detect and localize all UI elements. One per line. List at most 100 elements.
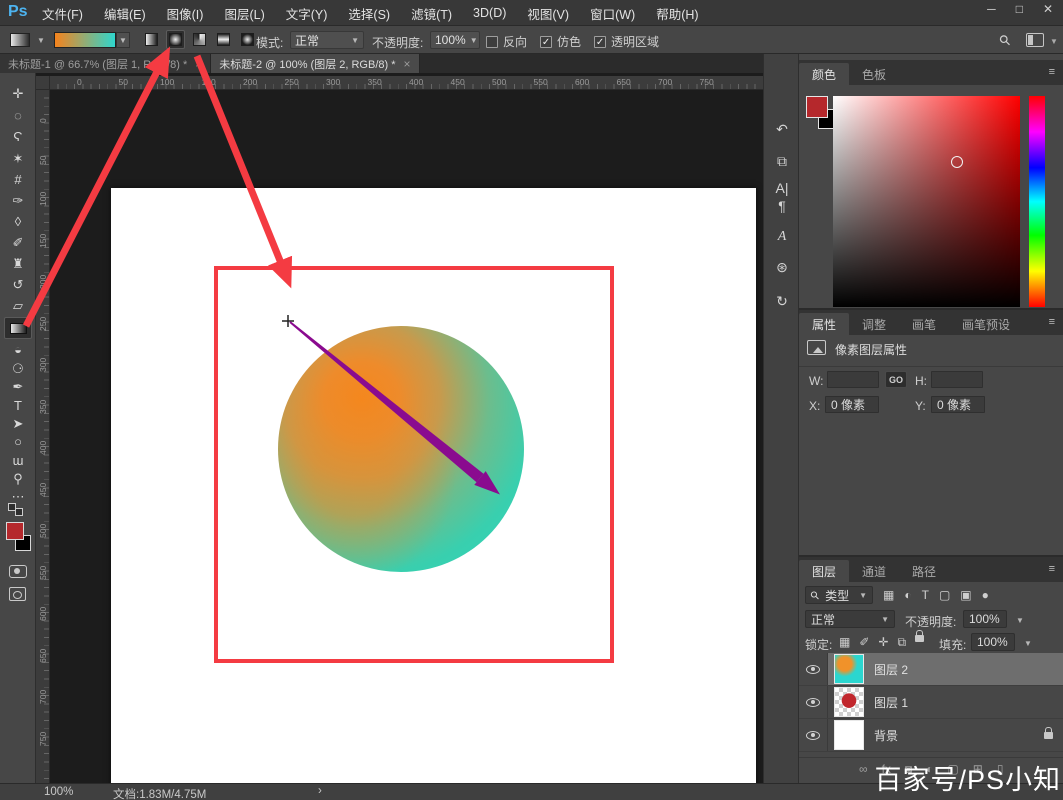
checkbox-box[interactable]: ✓ [594,36,606,48]
blend-mode-select[interactable]: 正常▼ [290,31,364,49]
lock-all-icon[interactable] [915,635,924,642]
menu-item-3[interactable]: 图像(I) [167,4,204,23]
panel-menu-icon[interactable]: ≡ [1049,66,1055,78]
layer-row-图层 2[interactable]: 图层 2 [799,653,1063,686]
foreground-color-chip[interactable] [806,96,828,118]
x-field[interactable]: 0 像素 [825,396,879,413]
lasso-tool[interactable]: Ϛ [0,127,36,147]
visibility-eye-icon[interactable] [806,731,820,740]
layer-visibility-cell[interactable] [799,653,828,685]
filter-smart-objects-icon[interactable]: ▣ [960,588,971,602]
workspace-switcher-icon[interactable] [1026,33,1044,47]
color-tab-色板[interactable]: 色板 [849,63,899,85]
tool-preset-picker[interactable]: ▼ [10,31,48,49]
eraser-tool[interactable]: ▱ [0,296,36,316]
gradient-picker-chevron[interactable]: ▼ [116,32,130,48]
angle-gradient-button[interactable] [190,30,209,49]
color-saturation-field[interactable] [833,96,1020,307]
y-field[interactable]: 0 像素 [931,396,985,413]
menu-item-5[interactable]: 文字(Y) [286,4,328,23]
filter-pixel-layers-icon[interactable]: ▦ [883,588,894,602]
chevron-down-icon[interactable]: ▼ [1050,37,1058,46]
path-selection-tool[interactable]: ➤ [0,414,36,434]
clone-source-panel-icon[interactable]: ⊛ [769,254,795,280]
menu-item-4[interactable]: 图层(L) [224,4,264,23]
panel-menu-icon[interactable]: ≡ [1049,316,1055,328]
hand-tool[interactable]: ɯ [0,451,36,471]
opacity-select[interactable]: 100%▼ [430,31,480,49]
minimize-button[interactable]: ─ [987,2,996,16]
layer-filter-type-select[interactable]: ⚲ 类型 ▼ [805,586,873,604]
layers-tab-路径[interactable]: 路径 [899,560,949,582]
layer-thumbnail[interactable] [834,687,864,717]
zoom-tool[interactable]: ⚲ [0,469,36,489]
layer-row-body[interactable]: 图层 2 [828,653,1063,685]
layer-fill-select[interactable]: 100% [971,633,1015,651]
menu-item-8[interactable]: 3D(D) [473,6,506,20]
filter-shape-layers-icon[interactable]: ▢ [939,588,950,602]
layer-opacity-select[interactable]: 100% [963,610,1007,628]
gradient-tool[interactable] [4,317,32,339]
horizontal-ruler[interactable]: 0501001502002503003504004505005506006507… [50,76,763,90]
properties-tab-画笔[interactable]: 画笔 [899,313,949,335]
quick-mask-button[interactable] [9,565,27,578]
crop-tool[interactable]: # [0,170,36,190]
layer-thumbnail[interactable] [834,654,864,684]
chevron-down-icon[interactable]: ▼ [1024,639,1032,648]
zoom-level-field[interactable]: 100% [44,786,73,798]
vertical-ruler[interactable]: 0501001502002503003504004505005506006507… [36,90,50,783]
paragraph-panel-icon[interactable]: ¶ [769,193,795,219]
menu-item-7[interactable]: 滤镜(T) [411,4,452,23]
linear-gradient-button[interactable] [142,30,161,49]
layers-bottom-icon[interactable]: ∞ [859,762,868,776]
dodge-tool[interactable]: ⚆ [0,359,36,379]
blur-tool[interactable]: ◒ [0,340,36,360]
menu-item-10[interactable]: 窗口(W) [590,4,635,23]
timeline-panel-icon[interactable]: ↻ [769,288,795,314]
status-chevron[interactable]: › [318,785,322,797]
layer-row-图层 1[interactable]: 图层 1 [799,686,1063,719]
type-tool[interactable]: T [0,396,36,416]
screen-mode-button[interactable] [9,587,26,601]
eyedropper-tool[interactable]: ✑ [0,191,36,211]
ellipse-shape-tool[interactable]: ○ [0,432,36,452]
clone-stamp-tool[interactable]: ♜ [0,254,36,274]
properties-tab-调整[interactable]: 调整 [849,313,899,335]
color-tab-颜色[interactable]: 颜色 [799,63,849,85]
filter-type-layers-icon[interactable]: T [922,588,929,602]
panel-menu-icon[interactable]: ≡ [1049,563,1055,575]
link-dimensions-button[interactable]: GO [885,371,907,388]
hue-slider[interactable] [1029,96,1045,307]
close-tab-icon[interactable]: × [195,57,202,71]
visibility-eye-icon[interactable] [806,698,820,707]
default-colors-toggle-icon[interactable] [8,503,28,519]
foreground-color-swatch[interactable] [6,522,24,540]
menu-item-9[interactable]: 视图(V) [527,4,569,23]
canvas-pasteboard[interactable] [36,73,763,783]
document-canvas[interactable] [111,188,756,800]
radial-gradient-button[interactable] [166,30,185,49]
brush-tool[interactable]: ✐ [0,233,36,253]
gradient-preview[interactable] [54,32,116,48]
spot-healing-brush-tool[interactable]: ◊ [0,212,36,232]
ruler-origin-corner[interactable] [36,76,50,90]
history-panel-icon[interactable]: ↶ [769,116,795,142]
marquee-tool[interactable]: ◌ [0,106,36,126]
search-icon[interactable]: ⚲ [995,31,1014,50]
color-cursor-ring[interactable] [951,156,963,168]
close-button[interactable]: ✕ [1043,2,1053,16]
menu-item-6[interactable]: 选择(S) [348,4,390,23]
libraries-panel-icon[interactable]: ⧉ [769,148,795,174]
layer-visibility-cell[interactable] [799,686,828,718]
lock-position-icon[interactable]: ✛ [878,635,888,650]
lock-artboard-icon[interactable]: ⧉ [897,635,906,650]
document-tab-2[interactable]: 未标题-2 @ 100% (图层 2, RGB/8) *× [211,54,419,73]
layer-visibility-cell[interactable] [799,719,828,751]
layers-tab-通道[interactable]: 通道 [849,560,899,582]
menu-item-11[interactable]: 帮助(H) [656,4,698,23]
maximize-button[interactable]: □ [1016,2,1023,16]
glyphs-panel-icon[interactable]: A [769,224,795,250]
layer-row-body[interactable]: 图层 1 [828,686,1063,718]
layer-blend-mode-select[interactable]: 正常 ▼ [805,610,895,628]
properties-tab-画笔预设[interactable]: 画笔预设 [949,313,1023,335]
